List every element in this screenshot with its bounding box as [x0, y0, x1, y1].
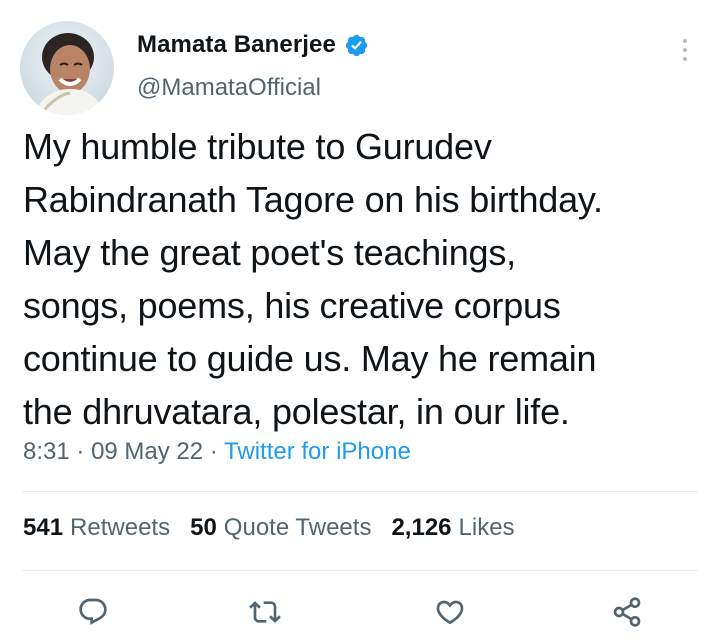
- share-icon: [613, 597, 641, 627]
- share-button[interactable]: [607, 592, 647, 632]
- tweet-time[interactable]: 8:31: [23, 438, 70, 465]
- verified-badge-icon: [345, 34, 368, 56]
- reply-icon: [79, 598, 107, 625]
- likes-label: Likes: [458, 514, 515, 541]
- retweet-button[interactable]: [245, 592, 285, 632]
- more-options-icon[interactable]: [676, 36, 694, 64]
- author-name-row: Mamata Banerjee: [137, 31, 369, 59]
- divider: [22, 491, 698, 492]
- retweets-count: 541: [23, 514, 64, 541]
- quote-tweets-label: Quote Tweets: [223, 514, 372, 541]
- quote-tweets-count: 50: [190, 514, 217, 541]
- meta-separator: ·: [209, 438, 218, 465]
- author-handle[interactable]: @MamataOfficial: [137, 74, 321, 102]
- likes-count: 2,126: [391, 514, 452, 541]
- avatar[interactable]: [20, 21, 114, 115]
- likes-stat[interactable]: 2,126 Likes: [391, 514, 514, 542]
- tweet-stats: 541 Retweets 50 Quote Tweets 2,126 Likes: [23, 514, 515, 542]
- retweet-icon: [249, 601, 281, 623]
- reply-button[interactable]: [73, 592, 113, 632]
- tweet-source-link[interactable]: Twitter for iPhone: [224, 438, 411, 465]
- like-button[interactable]: [430, 592, 470, 632]
- divider: [22, 570, 698, 571]
- avatar-photo: [20, 21, 114, 115]
- quote-tweets-stat[interactable]: 50 Quote Tweets: [190, 514, 371, 542]
- tweet: Mamata Banerjee @MamataOfficial My humbl…: [0, 0, 720, 642]
- tweet-date[interactable]: 09 May 22: [91, 438, 203, 465]
- tweet-actions: [0, 592, 720, 632]
- tweet-text: My humble tribute to Gurudev Rabindranat…: [23, 126, 603, 432]
- tweet-meta: 8:31 · 09 May 22 · Twitter for iPhone: [23, 438, 411, 466]
- display-name[interactable]: Mamata Banerjee: [137, 31, 336, 59]
- retweets-stat[interactable]: 541 Retweets: [23, 514, 170, 542]
- meta-separator: ·: [76, 438, 85, 465]
- like-icon: [436, 600, 464, 625]
- retweets-label: Retweets: [70, 514, 171, 541]
